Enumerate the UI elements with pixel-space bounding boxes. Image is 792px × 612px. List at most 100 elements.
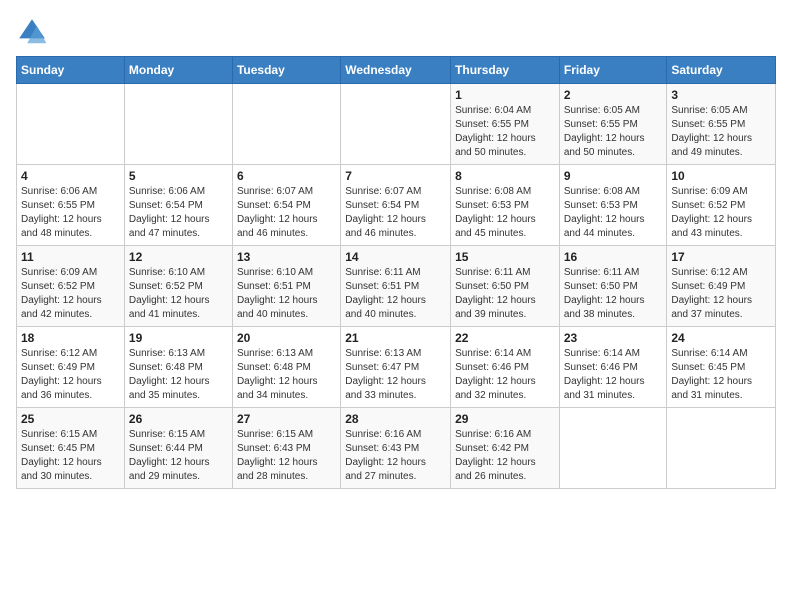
day-number: 29 bbox=[455, 412, 555, 426]
day-info: Sunrise: 6:12 AM Sunset: 6:49 PM Dayligh… bbox=[671, 266, 771, 322]
col-wednesday: Wednesday bbox=[341, 57, 451, 84]
calendar-cell: 28 Sunrise: 6:16 AM Sunset: 6:43 PM Dayli… bbox=[341, 408, 451, 489]
day-info: Sunrise: 6:11 AM Sunset: 6:51 PM Dayligh… bbox=[345, 266, 446, 322]
day-number: 14 bbox=[345, 250, 446, 264]
calendar-table: Sunday Monday Tuesday Wednesday Thursday… bbox=[16, 56, 776, 489]
day-number: 23 bbox=[564, 331, 663, 345]
calendar-cell bbox=[667, 408, 776, 489]
day-info: Sunrise: 6:08 AM Sunset: 6:53 PM Dayligh… bbox=[455, 185, 555, 241]
day-number: 21 bbox=[345, 331, 446, 345]
calendar-cell: 10 Sunrise: 6:09 AM Sunset: 6:52 PM Dayli… bbox=[667, 165, 776, 246]
day-info: Sunrise: 6:10 AM Sunset: 6:52 PM Dayligh… bbox=[129, 266, 228, 322]
day-number: 10 bbox=[671, 169, 771, 183]
day-number: 24 bbox=[671, 331, 771, 345]
calendar-cell: 2 Sunrise: 6:05 AM Sunset: 6:55 PM Daylig… bbox=[559, 84, 667, 165]
day-number: 3 bbox=[671, 88, 771, 102]
calendar-cell: 18Sunrise: 6:12 AM Sunset: 6:49 PM Dayli… bbox=[17, 327, 125, 408]
calendar-week-1: 4 Sunrise: 6:06 AM Sunset: 6:55 PM Daylig… bbox=[17, 165, 776, 246]
day-number: 15 bbox=[455, 250, 555, 264]
col-saturday: Saturday bbox=[667, 57, 776, 84]
day-number: 28 bbox=[345, 412, 446, 426]
calendar-cell: 7 Sunrise: 6:07 AM Sunset: 6:54 PM Daylig… bbox=[341, 165, 451, 246]
day-info: Sunrise: 6:07 AM Sunset: 6:54 PM Dayligh… bbox=[237, 185, 336, 241]
day-number: 1 bbox=[455, 88, 555, 102]
day-info: Sunrise: 6:15 AM Sunset: 6:44 PM Dayligh… bbox=[129, 428, 228, 484]
day-info: Sunrise: 6:16 AM Sunset: 6:43 PM Dayligh… bbox=[345, 428, 446, 484]
day-number: 13 bbox=[237, 250, 336, 264]
col-friday: Friday bbox=[559, 57, 667, 84]
calendar-cell: 25 Sunrise: 6:15 AM Sunset: 6:45 PM Dayli… bbox=[17, 408, 125, 489]
calendar-week-2: 11 Sunrise: 6:09 AM Sunset: 6:52 PM Dayli… bbox=[17, 246, 776, 327]
day-info: Sunrise: 6:10 AM Sunset: 6:51 PM Dayligh… bbox=[237, 266, 336, 322]
day-number: 22 bbox=[455, 331, 555, 345]
day-number: 2 bbox=[564, 88, 663, 102]
col-thursday: Thursday bbox=[451, 57, 560, 84]
calendar-cell bbox=[341, 84, 451, 165]
calendar-cell: 12 Sunrise: 6:10 AM Sunset: 6:52 PM Dayli… bbox=[124, 246, 232, 327]
day-info: Sunrise: 6:05 AM Sunset: 6:55 PM Dayligh… bbox=[671, 104, 771, 160]
calendar-cell: 5 Sunrise: 6:06 AM Sunset: 6:54 PM Daylig… bbox=[124, 165, 232, 246]
day-info: Sunrise: 6:13 AM Sunset: 6:47 PM Dayligh… bbox=[345, 347, 446, 403]
day-info: Sunrise: 6:15 AM Sunset: 6:43 PM Dayligh… bbox=[237, 428, 336, 484]
day-number: 26 bbox=[129, 412, 228, 426]
day-info: Sunrise: 6:07 AM Sunset: 6:54 PM Dayligh… bbox=[345, 185, 446, 241]
day-info: Sunrise: 6:09 AM Sunset: 6:52 PM Dayligh… bbox=[671, 185, 771, 241]
day-number: 19 bbox=[129, 331, 228, 345]
calendar-body: 1 Sunrise: 6:04 AM Sunset: 6:55 PM Daylig… bbox=[17, 84, 776, 489]
day-info: Sunrise: 6:08 AM Sunset: 6:53 PM Dayligh… bbox=[564, 185, 663, 241]
calendar-cell: 17 Sunrise: 6:12 AM Sunset: 6:49 PM Dayli… bbox=[667, 246, 776, 327]
calendar-cell: 11 Sunrise: 6:09 AM Sunset: 6:52 PM Dayli… bbox=[17, 246, 125, 327]
calendar-cell: 26 Sunrise: 6:15 AM Sunset: 6:44 PM Dayli… bbox=[124, 408, 232, 489]
day-number: 12 bbox=[129, 250, 228, 264]
day-info: Sunrise: 6:04 AM Sunset: 6:55 PM Dayligh… bbox=[455, 104, 555, 160]
calendar-week-4: 25 Sunrise: 6:15 AM Sunset: 6:45 PM Dayli… bbox=[17, 408, 776, 489]
day-number: 27 bbox=[237, 412, 336, 426]
day-info: Sunrise: 6:05 AM Sunset: 6:55 PM Dayligh… bbox=[564, 104, 663, 160]
calendar-cell bbox=[124, 84, 232, 165]
col-sunday: Sunday bbox=[17, 57, 125, 84]
day-number: 7 bbox=[345, 169, 446, 183]
calendar-cell: 14 Sunrise: 6:11 AM Sunset: 6:51 PM Dayli… bbox=[341, 246, 451, 327]
calendar-cell: 15 Sunrise: 6:11 AM Sunset: 6:50 PM Dayli… bbox=[451, 246, 560, 327]
day-info: Sunrise: 6:13 AM Sunset: 6:48 PM Dayligh… bbox=[129, 347, 228, 403]
day-number: 20 bbox=[237, 331, 336, 345]
calendar-cell: 3 Sunrise: 6:05 AM Sunset: 6:55 PM Daylig… bbox=[667, 84, 776, 165]
calendar-week-0: 1 Sunrise: 6:04 AM Sunset: 6:55 PM Daylig… bbox=[17, 84, 776, 165]
day-info: Sunrise: 6:16 AM Sunset: 6:42 PM Dayligh… bbox=[455, 428, 555, 484]
calendar-cell: 29 Sunrise: 6:16 AM Sunset: 6:42 PM Dayli… bbox=[451, 408, 560, 489]
day-number: 5 bbox=[129, 169, 228, 183]
col-tuesday: Tuesday bbox=[232, 57, 340, 84]
day-number: 17 bbox=[671, 250, 771, 264]
calendar-cell: 22Sunrise: 6:14 AM Sunset: 6:46 PM Dayli… bbox=[451, 327, 560, 408]
day-info: Sunrise: 6:06 AM Sunset: 6:54 PM Dayligh… bbox=[129, 185, 228, 241]
day-number: 4 bbox=[21, 169, 120, 183]
calendar-cell: 13 Sunrise: 6:10 AM Sunset: 6:51 PM Dayli… bbox=[232, 246, 340, 327]
calendar-cell bbox=[559, 408, 667, 489]
calendar-cell: 8 Sunrise: 6:08 AM Sunset: 6:53 PM Daylig… bbox=[451, 165, 560, 246]
calendar-cell: 27 Sunrise: 6:15 AM Sunset: 6:43 PM Dayli… bbox=[232, 408, 340, 489]
calendar-cell: 4 Sunrise: 6:06 AM Sunset: 6:55 PM Daylig… bbox=[17, 165, 125, 246]
day-info: Sunrise: 6:11 AM Sunset: 6:50 PM Dayligh… bbox=[564, 266, 663, 322]
calendar-cell: 16 Sunrise: 6:11 AM Sunset: 6:50 PM Dayli… bbox=[559, 246, 667, 327]
day-info: Sunrise: 6:13 AM Sunset: 6:48 PM Dayligh… bbox=[237, 347, 336, 403]
day-number: 16 bbox=[564, 250, 663, 264]
day-number: 11 bbox=[21, 250, 120, 264]
day-info: Sunrise: 6:06 AM Sunset: 6:55 PM Dayligh… bbox=[21, 185, 120, 241]
day-number: 25 bbox=[21, 412, 120, 426]
day-info: Sunrise: 6:09 AM Sunset: 6:52 PM Dayligh… bbox=[21, 266, 120, 322]
calendar-cell bbox=[17, 84, 125, 165]
logo bbox=[16, 16, 52, 48]
calendar-cell: 23 Sunrise: 6:14 AM Sunset: 6:46 PM Dayli… bbox=[559, 327, 667, 408]
day-info: Sunrise: 6:11 AM Sunset: 6:50 PM Dayligh… bbox=[455, 266, 555, 322]
day-info: Sunrise: 6:14 AM Sunset: 6:46 PM Dayligh… bbox=[564, 347, 663, 403]
day-number: 9 bbox=[564, 169, 663, 183]
calendar-cell bbox=[232, 84, 340, 165]
page-header bbox=[16, 16, 776, 48]
day-info: Sunrise: 6:12 AM Sunset: 6:49 PM Dayligh… bbox=[21, 347, 120, 403]
calendar-cell: 21 Sunrise: 6:13 AM Sunset: 6:47 PM Dayli… bbox=[341, 327, 451, 408]
calendar-cell: 9 Sunrise: 6:08 AM Sunset: 6:53 PM Daylig… bbox=[559, 165, 667, 246]
calendar-header: Sunday Monday Tuesday Wednesday Thursday… bbox=[17, 57, 776, 84]
calendar-cell: 24Sunrise: 6:14 AM Sunset: 6:45 PM Dayli… bbox=[667, 327, 776, 408]
day-info: Sunrise: 6:15 AM Sunset: 6:45 PM Dayligh… bbox=[21, 428, 120, 484]
day-number: 8 bbox=[455, 169, 555, 183]
